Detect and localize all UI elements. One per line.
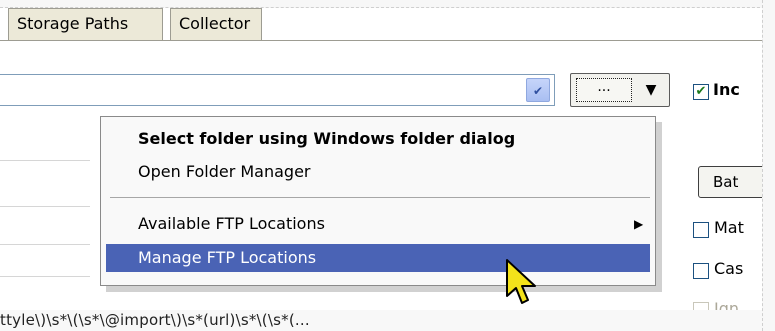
chevron-down-icon[interactable]: ✔ <box>526 78 550 102</box>
include-checkbox[interactable]: ✔ <box>693 84 709 100</box>
divider <box>0 276 90 277</box>
mouse-cursor-icon <box>506 259 536 304</box>
menu-item-open-folder-manager[interactable]: Open Folder Manager <box>106 158 650 186</box>
tab-label: Storage Paths <box>17 14 129 33</box>
torn-edge-right <box>762 0 775 331</box>
menu-item-manage-ftp[interactable]: Manage FTP Locations <box>106 244 650 272</box>
divider <box>0 160 90 161</box>
tab-label: Collector <box>179 14 251 33</box>
storage-path-combo[interactable] <box>0 74 555 106</box>
match-label: Mat <box>714 218 744 237</box>
submenu-arrow-icon: ▶ <box>634 217 644 231</box>
include-label: Inc <box>713 80 740 99</box>
batch-button[interactable]: Bat <box>698 166 768 198</box>
regex-field-strip[interactable]: ttyle\)\s*\(\s*\@import\)\s*(url)\s*\(\s… <box>0 310 775 331</box>
menu-separator <box>110 197 650 198</box>
torn-edge-top <box>0 0 775 8</box>
divider <box>0 206 90 207</box>
dropdown-arrow-icon[interactable]: ▼ <box>638 78 664 102</box>
tab-collector[interactable]: Collector <box>170 8 262 40</box>
case-label: Cas <box>714 259 744 278</box>
browse-button[interactable]: ... <box>576 78 632 102</box>
screenshot-frame: Storage Paths Collector ✔ ... ▼ ✔ Inc Ba… <box>0 0 775 331</box>
divider <box>0 244 90 245</box>
menu-item-select-folder[interactable]: Select folder using Windows folder dialo… <box>106 125 650 153</box>
match-checkbox[interactable] <box>693 222 709 238</box>
case-checkbox[interactable] <box>693 263 709 279</box>
tab-storage-paths[interactable]: Storage Paths <box>8 8 163 40</box>
menu-item-available-ftp[interactable]: Available FTP Locations <box>106 210 650 238</box>
